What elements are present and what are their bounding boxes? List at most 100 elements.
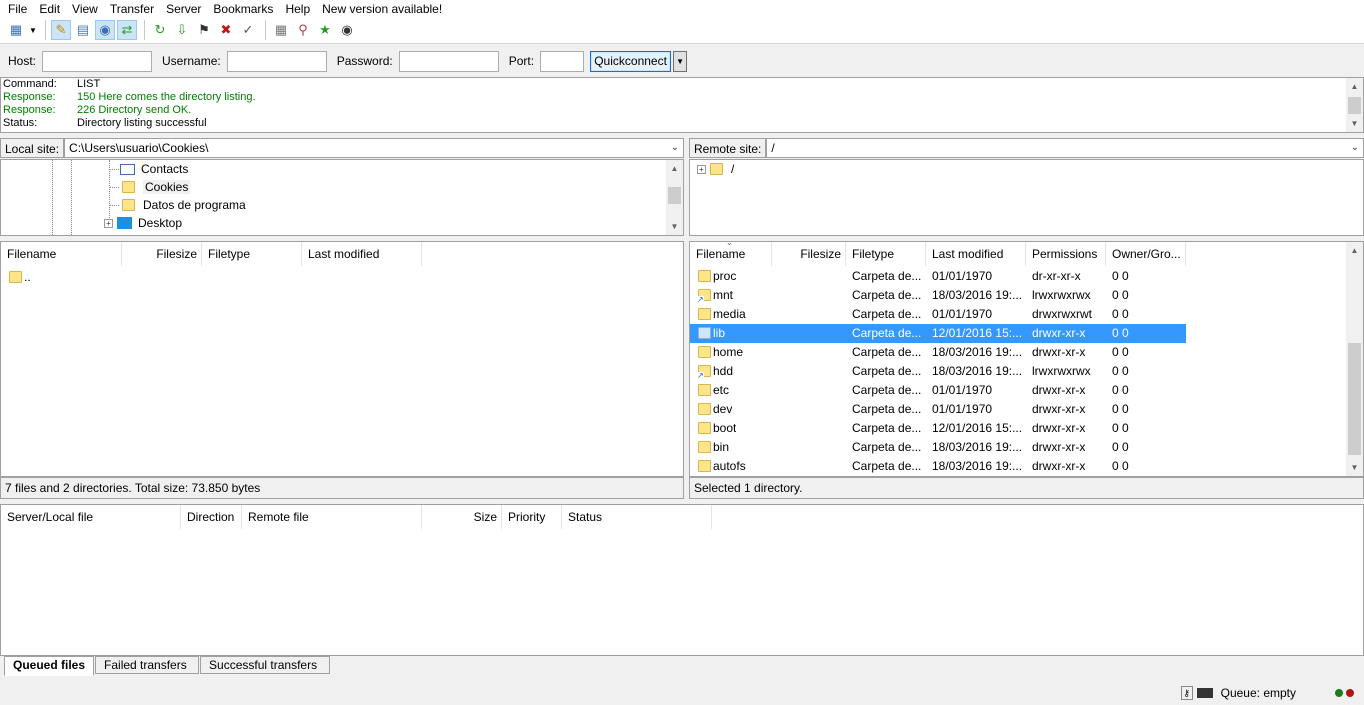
scroll-up-icon[interactable]: ▲: [666, 160, 683, 177]
file-type: Carpeta de...: [852, 307, 922, 321]
local-path-combo[interactable]: C:\Users\usuario\Cookies\ ⌄: [64, 138, 684, 158]
table-row[interactable]: proc Carpeta de... 01/01/1970 dr-xr-xr-x 0 0: [690, 267, 1186, 286]
expand-icon[interactable]: +: [104, 218, 113, 228]
host-input[interactable]: [42, 50, 153, 72]
tree-item-root[interactable]: + /: [697, 160, 734, 178]
search-icon[interactable]: ◉: [337, 20, 357, 40]
scroll-thumb[interactable]: [1348, 97, 1361, 114]
refresh-icon[interactable]: ↻: [150, 20, 170, 40]
menu-view[interactable]: View: [66, 1, 104, 17]
tab-queued-files[interactable]: Queued files: [4, 656, 95, 676]
scroll-up-icon[interactable]: ▲: [1346, 78, 1363, 95]
file-type: Carpeta de...: [852, 364, 922, 378]
tree-item-cookies[interactable]: Cookies: [122, 178, 191, 196]
column-header-last-modified[interactable]: Last modified: [926, 242, 1026, 266]
list-item[interactable]: ..: [1, 267, 683, 286]
column-header-permissions[interactable]: Permissions: [1026, 242, 1106, 266]
menu-bar: File Edit View Transfer Server Bookmarks…: [0, 0, 1364, 17]
folder-icon: [698, 270, 711, 282]
queue-tabs: Queued files Failed transfers Successful…: [0, 656, 1364, 676]
remote-list-scrollbar[interactable]: ▲ ▼: [1346, 242, 1363, 476]
column-header-size[interactable]: Size: [422, 505, 502, 529]
scroll-down-icon[interactable]: ▼: [666, 218, 683, 235]
filter-icon[interactable]: ★: [315, 20, 335, 40]
tab-successful-transfers[interactable]: Successful transfers: [200, 656, 331, 674]
password-input[interactable]: [398, 50, 499, 72]
column-header-filesize[interactable]: Filesize: [122, 242, 202, 266]
reconnect-icon[interactable]: ✓: [238, 20, 258, 40]
file-type: Carpeta de...: [852, 383, 922, 397]
toggle-remote-tree-icon[interactable]: ◉: [95, 20, 115, 40]
column-header-filename[interactable]: Filename ⌄: [690, 242, 772, 266]
dropdown-arrow-icon[interactable]: ▼: [28, 20, 38, 40]
column-header-filesize[interactable]: Filesize: [772, 242, 846, 266]
quickconnect-button[interactable]: Quickconnect: [590, 50, 672, 72]
tab-failed-transfers[interactable]: Failed transfers: [95, 656, 200, 674]
table-row[interactable]: autofs Carpeta de... 18/03/2016 19:... drwx…: [690, 457, 1186, 476]
table-row[interactable]: media Carpeta de... 01/01/1970 drwxrwxrwt 0 …: [690, 305, 1186, 324]
tree-item-contacts[interactable]: Contacts: [120, 160, 188, 178]
menu-bookmarks[interactable]: Bookmarks: [207, 1, 279, 17]
log-text: LIST: [77, 78, 101, 90]
site-manager-icon[interactable]: ▦: [6, 20, 26, 40]
column-header-remote-file[interactable]: Remote file: [242, 505, 422, 529]
chevron-down-icon[interactable]: ⌄: [671, 139, 679, 157]
table-row[interactable]: boot Carpeta de... 12/01/2016 15:... drwxr-…: [690, 419, 1186, 438]
toggle-queue-icon[interactable]: ⇄: [117, 20, 137, 40]
column-header-last-modified[interactable]: Last modified: [302, 242, 422, 266]
column-header-filetype[interactable]: Filetype: [846, 242, 926, 266]
menu-help[interactable]: Help: [279, 1, 316, 17]
sync-browse-icon[interactable]: ⚲: [293, 20, 313, 40]
menu-server[interactable]: Server: [160, 1, 207, 17]
folder-icon: [698, 460, 711, 472]
scroll-down-icon[interactable]: ▼: [1346, 115, 1363, 132]
table-row[interactable]: ↗ hdd Carpeta de... 18/03/2016 19:... lrwxrw…: [690, 362, 1186, 381]
scroll-down-icon[interactable]: ▼: [1346, 459, 1363, 476]
menu-new-version[interactable]: New version available!: [316, 1, 448, 17]
column-header-owner-group[interactable]: Owner/Gro...: [1106, 242, 1186, 266]
toggle-log-icon[interactable]: ✎: [51, 20, 71, 40]
directory-compare-icon[interactable]: ▦: [271, 20, 291, 40]
column-header-filename[interactable]: Filename: [1, 242, 122, 266]
quickconnect-dropdown-icon[interactable]: ▼: [673, 50, 688, 72]
column-header-status[interactable]: Status: [562, 505, 712, 529]
username-input[interactable]: [226, 50, 327, 72]
cancel-icon[interactable]: ⚑: [194, 20, 214, 40]
file-type: Carpeta de...: [852, 288, 922, 302]
expand-icon[interactable]: +: [697, 164, 706, 174]
column-header-priority[interactable]: Priority: [502, 505, 562, 529]
table-row[interactable]: etc Carpeta de... 01/01/1970 drwxr-xr-x 0 0: [690, 381, 1186, 400]
toggle-local-tree-icon[interactable]: ▤: [73, 20, 93, 40]
tree-item-label: Desktop: [138, 216, 183, 230]
column-header-server-local-file[interactable]: Server/Local file: [1, 505, 181, 529]
column-header-direction[interactable]: Direction: [181, 505, 242, 529]
scroll-thumb[interactable]: [1348, 343, 1361, 455]
speed-limit-icon[interactable]: [1196, 687, 1213, 698]
table-row[interactable]: ↗ mnt Carpeta de... 18/03/2016 19:... lrwxrw…: [690, 286, 1186, 305]
menu-file[interactable]: File: [0, 1, 33, 17]
remote-path-combo[interactable]: / ⌄: [766, 138, 1364, 158]
remote-status: Selected 1 directory.: [689, 477, 1364, 499]
scroll-thumb[interactable]: [668, 187, 681, 204]
port-input[interactable]: [540, 50, 585, 72]
process-queue-icon[interactable]: ⇩: [172, 20, 192, 40]
tree-item-desktop[interactable]: + Desktop: [104, 214, 182, 232]
queue-status-text: Queue: empty: [1220, 685, 1296, 700]
file-name: ..: [24, 269, 31, 284]
local-tree-scrollbar[interactable]: ▲ ▼: [666, 160, 683, 235]
table-row[interactable]: lib Carpeta de... 12/01/2016 15:... drwxr-x…: [690, 324, 1186, 343]
menu-edit[interactable]: Edit: [33, 1, 66, 17]
column-header-filetype[interactable]: Filetype ⌃: [202, 242, 302, 266]
chevron-down-icon[interactable]: ⌄: [1351, 139, 1359, 157]
log-scrollbar[interactable]: ▲ ▼: [1346, 78, 1363, 132]
file-type: Carpeta de...: [852, 421, 922, 435]
tree-item-datos[interactable]: Datos de programa: [122, 196, 246, 214]
table-row[interactable]: bin Carpeta de... 18/03/2016 19:... drwxr-x…: [690, 438, 1186, 457]
file-modified: 12/01/2016 15:...: [932, 421, 1023, 435]
file-name: boot: [713, 421, 737, 435]
table-row[interactable]: home Carpeta de... 18/03/2016 19:... drwxr-…: [690, 343, 1186, 362]
scroll-up-icon[interactable]: ▲: [1346, 242, 1363, 259]
disconnect-icon[interactable]: ✖: [216, 20, 236, 40]
table-row[interactable]: dev Carpeta de... 01/01/1970 drwxr-xr-x 0 0: [690, 400, 1186, 419]
menu-transfer[interactable]: Transfer: [104, 1, 160, 17]
